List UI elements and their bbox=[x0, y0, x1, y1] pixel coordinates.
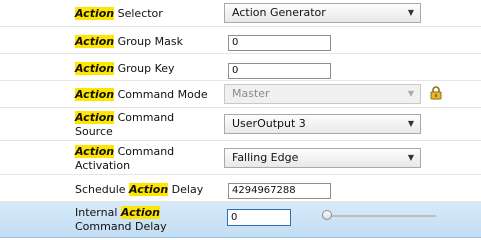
row-action-command-source[interactable]: Action Command Source UserOutput 3 ▼ bbox=[0, 108, 481, 141]
lock-icon bbox=[430, 86, 442, 100]
chevron-down-icon: ▼ bbox=[407, 89, 414, 98]
label-action-group-mask: Action Group Mask bbox=[75, 35, 183, 48]
row-action-command-mode[interactable]: Action Command Mode Master ▼ bbox=[0, 81, 481, 108]
highlight-action: Action bbox=[75, 145, 115, 158]
label-action-group-key: Action Group Key bbox=[75, 62, 175, 75]
row-action-selector[interactable]: Action Selector Action Generator ▼ bbox=[0, 0, 481, 27]
action-command-source-dropdown[interactable]: UserOutput 3 ▼ bbox=[224, 114, 421, 134]
highlight-action: Action bbox=[120, 206, 161, 219]
label-action-command-activation: Action Command Activation bbox=[75, 145, 175, 172]
schedule-action-delay-input[interactable]: 4294967288 bbox=[228, 183, 331, 199]
delay-slider-track[interactable] bbox=[326, 215, 436, 217]
label-action-command-source: Action Command Source bbox=[75, 111, 175, 138]
internal-action-command-delay-input[interactable]: 0 bbox=[227, 209, 291, 226]
action-group-key-input[interactable]: 0 bbox=[228, 63, 331, 79]
action-group-mask-input[interactable]: 0 bbox=[228, 35, 331, 51]
delay-slider-thumb[interactable] bbox=[322, 210, 332, 220]
action-command-mode-dropdown: Master ▼ bbox=[224, 84, 421, 104]
highlight-action: Action bbox=[75, 111, 115, 124]
highlight-action: Action bbox=[75, 88, 115, 101]
highlight-action: Action bbox=[75, 62, 115, 75]
chevron-down-icon: ▼ bbox=[407, 153, 414, 162]
row-action-group-mask[interactable]: Action Group Mask 0 bbox=[0, 27, 481, 54]
highlight-action: Action bbox=[75, 7, 115, 20]
row-action-command-activation[interactable]: Action Command Activation Falling Edge ▼ bbox=[0, 141, 481, 175]
row-action-group-key[interactable]: Action Group Key 0 bbox=[0, 54, 481, 81]
action-command-activation-dropdown[interactable]: Falling Edge ▼ bbox=[224, 148, 421, 168]
label-internal-action-command-delay: Internal Action Command Delay bbox=[75, 206, 167, 233]
label-schedule-action-delay: Schedule Action Delay bbox=[75, 183, 204, 196]
label-action-command-mode: Action Command Mode bbox=[75, 88, 208, 101]
chevron-down-icon: ▼ bbox=[407, 8, 414, 17]
label-action-selector: Action Selector bbox=[75, 7, 163, 20]
action-selector-dropdown[interactable]: Action Generator ▼ bbox=[224, 3, 421, 23]
highlight-action: Action bbox=[129, 183, 169, 196]
chevron-down-icon: ▼ bbox=[407, 119, 414, 128]
row-schedule-action-delay[interactable]: Schedule Action Delay 4294967288 bbox=[0, 175, 481, 202]
highlight-action: Action bbox=[75, 35, 115, 48]
